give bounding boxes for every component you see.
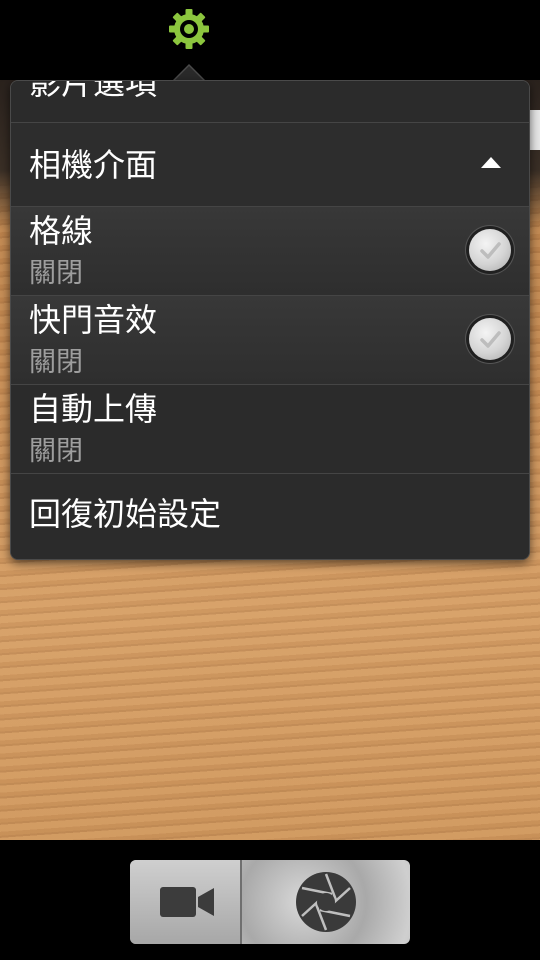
menu-item-reset-defaults[interactable]: 回復初始設定 [11,474,529,559]
shutter-button[interactable] [242,860,410,944]
auto-upload-value: 關閉 [29,436,83,467]
section-header-label: 相機介面 [29,146,158,184]
capture-mode-switch [130,860,410,944]
camera-settings-menu: 影片選項 相機介面 格線 關閉 快門音效 關閉 自動上傳 關閉 回復初始設定 [10,80,530,560]
menu-item-grid-lines[interactable]: 格線 關閉 [11,207,529,296]
section-header-camera-interface[interactable]: 相機介面 [11,123,529,207]
auto-upload-label: 自動上傳 [29,390,158,428]
top-bar [0,0,540,80]
grid-lines-toggle[interactable] [469,229,511,271]
chevron-up-icon[interactable] [481,157,501,168]
video-camera-icon [160,887,214,917]
checkmark-icon [480,242,501,259]
reset-defaults-label: 回復初始設定 [29,495,222,533]
video-mode-button[interactable] [130,860,242,944]
video-options-label: 影片選項 [29,80,158,102]
menu-item-shutter-sound[interactable]: 快門音效 關閉 [11,296,529,385]
shutter-sound-label: 快門音效 [29,301,158,339]
shutter-sound-value: 關閉 [29,347,83,378]
shutter-sound-toggle[interactable] [469,318,511,360]
menu-item-video-options[interactable]: 影片選項 [11,80,529,123]
gear-icon[interactable] [168,8,210,50]
checkmark-icon [480,331,501,348]
aperture-icon [296,872,356,932]
grid-lines-label: 格線 [29,212,94,250]
grid-lines-value: 關閉 [29,258,83,289]
menu-item-auto-upload[interactable]: 自動上傳 關閉 [11,385,529,474]
bottom-control-bar [0,840,540,960]
